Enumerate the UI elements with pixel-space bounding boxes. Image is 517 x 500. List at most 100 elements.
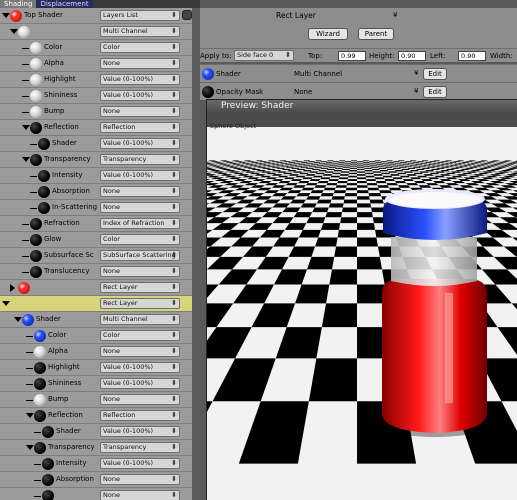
tree-row[interactable]: Refraction Index of Refraction	[0, 216, 192, 232]
opacity-mask-edit-button[interactable]: Edit	[423, 86, 447, 98]
tree-row[interactable]: Glow Color	[0, 232, 192, 248]
channel-select[interactable]: None	[100, 266, 180, 277]
channel-select[interactable]: Reflection	[100, 122, 180, 133]
tree-row[interactable]: Shader Value (0-100%)	[0, 424, 192, 440]
tree-row[interactable]: Subsurface Sc SubSurface Scattering	[0, 248, 192, 264]
channel-select[interactable]: Rect Layer	[100, 282, 180, 293]
tree-row-label: Color	[44, 43, 63, 51]
tree-row[interactable]: Top Shader Layers List	[0, 8, 192, 24]
tree-row[interactable]: Highlight Value (0-100%)	[0, 360, 192, 376]
channel-select[interactable]: None	[100, 346, 180, 357]
height-field[interactable]: 0.90	[398, 51, 426, 61]
tree-row[interactable]: Multi Channel	[0, 24, 192, 40]
channel-select[interactable]: SubSurface Scattering	[100, 250, 180, 261]
chevron-down-icon[interactable]: ¥	[414, 87, 418, 95]
wizard-button[interactable]: Wizard	[308, 28, 348, 40]
tree-row[interactable]: Shader Multi Channel	[0, 312, 192, 328]
tree-row-label: Shader	[52, 139, 77, 147]
left-field[interactable]: 0.90	[458, 51, 486, 61]
tree-row[interactable]: Color Color	[0, 328, 192, 344]
tree-row[interactable]: Rect Layer	[0, 280, 192, 296]
apply-to-select[interactable]: Side face 0	[234, 50, 294, 61]
checker-tile	[305, 183, 318, 186]
disclosure-open-icon[interactable]	[26, 445, 34, 450]
tree-row[interactable]: Shininess Value (0-100%)	[0, 88, 192, 104]
channel-select[interactable]: None	[100, 474, 180, 485]
channel-select[interactable]: Multi Channel	[100, 26, 180, 37]
disclosure-open-icon[interactable]	[10, 29, 18, 34]
tree-row[interactable]: Shininess Value (0-100%)	[0, 376, 192, 392]
channel-select[interactable]: None	[100, 202, 180, 213]
tree-row[interactable]: Bump None	[0, 104, 192, 120]
channel-select[interactable]: Color	[100, 330, 180, 341]
tree-row[interactable]: Reflection Reflection	[0, 120, 192, 136]
channel-select[interactable]: Color	[100, 42, 180, 53]
tree-row[interactable]: Alpha None	[0, 56, 192, 72]
tree-row[interactable]: Intensity Value (0-100%)	[0, 456, 192, 472]
channel-select[interactable]: Layers List	[100, 10, 180, 21]
disclosure-open-icon[interactable]	[2, 13, 10, 18]
channel-select[interactable]: Value (0-100%)	[100, 378, 180, 389]
channel-select[interactable]: Value (0-100%)	[100, 170, 180, 181]
channel-select[interactable]: Reflection	[100, 410, 180, 421]
shader-edit-button[interactable]: Edit	[423, 68, 447, 80]
checker-tile	[371, 168, 380, 171]
chevron-down-icon[interactable]: ¥	[393, 11, 397, 19]
apply-to-label: Apply to:	[200, 52, 232, 60]
channel-select[interactable]: Multi Channel	[100, 314, 180, 325]
disclosure-open-icon[interactable]	[26, 413, 34, 418]
tree-row[interactable]: Highlight Value (0-100%)	[0, 72, 192, 88]
channel-select[interactable]: Value (0-100%)	[100, 362, 180, 373]
tree-row[interactable]: Bump None	[0, 392, 192, 408]
checker-tile	[333, 190, 346, 194]
channel-select[interactable]: Value (0-100%)	[100, 74, 180, 85]
tree-row[interactable]: None	[0, 488, 192, 500]
tree-row[interactable]: Translucency None	[0, 264, 192, 280]
channel-select[interactable]: None	[100, 58, 180, 69]
channel-select[interactable]: Value (0-100%)	[100, 458, 180, 469]
channel-select[interactable]: Rect Layer	[100, 298, 180, 309]
shader-ball-icon	[38, 138, 50, 150]
disclosure-open-icon[interactable]	[22, 125, 30, 130]
checker-tile	[363, 161, 370, 163]
shader-ball-icon	[30, 106, 42, 118]
disclosure-closed-icon[interactable]	[10, 284, 15, 292]
tab-shading[interactable]: Shading	[0, 0, 37, 8]
tree-row[interactable]: Transparency Transparency	[0, 440, 192, 456]
tab-displacement[interactable]: Displacement	[36, 0, 93, 8]
disclosure-open-icon[interactable]	[2, 301, 10, 306]
channel-select[interactable]: None	[100, 106, 180, 117]
tree-row[interactable]: Color Color	[0, 40, 192, 56]
checker-tile	[370, 164, 378, 166]
channel-select[interactable]: Index of Refraction	[100, 218, 180, 229]
checker-tile	[377, 185, 389, 188]
channel-select[interactable]: Value (0-100%)	[100, 138, 180, 149]
tab-bar: Shading Displacement	[0, 0, 200, 8]
channel-select[interactable]: Value (0-100%)	[100, 90, 180, 101]
tree-row[interactable]: Absorption None	[0, 184, 192, 200]
channel-select[interactable]: Transparency	[100, 442, 180, 453]
channel-select[interactable]: Transparency	[100, 154, 180, 165]
channel-select[interactable]: Value (0-100%)	[100, 426, 180, 437]
tree-row[interactable]: Reflection Reflection	[0, 408, 192, 424]
tree-row[interactable]: Absorption None	[0, 472, 192, 488]
disclosure-open-icon[interactable]	[14, 317, 22, 322]
checker-tile	[357, 181, 367, 184]
tree-row[interactable]: In-Scattering None	[0, 200, 192, 216]
top-field[interactable]: 0.99	[338, 51, 366, 61]
tree-row[interactable]: Transparency Transparency	[0, 152, 192, 168]
pin-icon[interactable]	[182, 10, 192, 20]
chevron-down-icon[interactable]: ¥	[414, 69, 418, 77]
channel-select[interactable]: Color	[100, 234, 180, 245]
channel-select[interactable]: None	[100, 490, 180, 500]
channel-select[interactable]: None	[100, 186, 180, 197]
tree-connector	[26, 352, 33, 353]
tree-row[interactable]: Shader Value (0-100%)	[0, 136, 192, 152]
tree-row[interactable]: Intensity Value (0-100%)	[0, 168, 192, 184]
tree-row[interactable]: Alpha None	[0, 344, 192, 360]
parent-button[interactable]: Parent	[358, 28, 394, 40]
channel-select[interactable]: None	[100, 394, 180, 405]
tree-scrollbar[interactable]	[192, 8, 200, 500]
tree-row[interactable]: Rect Layer	[0, 296, 192, 312]
disclosure-open-icon[interactable]	[22, 157, 30, 162]
